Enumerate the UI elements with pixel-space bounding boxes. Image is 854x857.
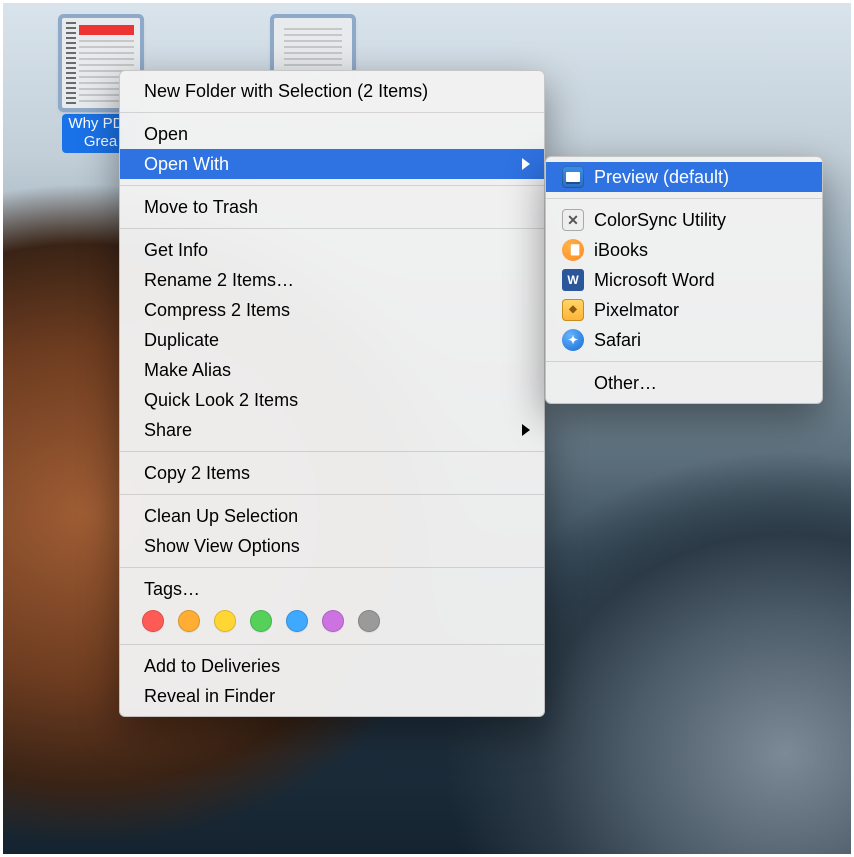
menu-item[interactable]: Open: [120, 119, 544, 149]
menu-separator: [120, 228, 544, 229]
menu-separator: [546, 361, 822, 362]
menu-item[interactable]: Clean Up Selection: [120, 501, 544, 531]
open-with-submenu: Preview (default) ColorSync Utility iBooks…: [545, 156, 823, 404]
menu-item-label: Open With: [144, 154, 229, 174]
submenu-item[interactable]: Preview (default): [546, 162, 822, 192]
chevron-right-icon: [522, 158, 530, 170]
submenu-item-label: Other…: [594, 371, 657, 395]
submenu-item-label: Microsoft Word: [594, 268, 715, 292]
menu-item-label: Tags…: [144, 579, 200, 599]
menu-item[interactable]: Compress 2 Items: [120, 295, 544, 325]
submenu-item-label: Safari: [594, 328, 641, 352]
submenu-item[interactable]: Safari: [546, 325, 822, 355]
submenu-item[interactable]: iBooks: [546, 235, 822, 265]
menu-separator: [120, 644, 544, 645]
menu-separator: [120, 112, 544, 113]
menu-item-label: Make Alias: [144, 360, 231, 380]
tag-color-dot[interactable]: [178, 610, 200, 632]
submenu-item-label: ColorSync Utility: [594, 208, 726, 232]
menu-item-label: Move to Trash: [144, 197, 258, 217]
menu-item[interactable]: Tags…: [120, 574, 544, 604]
menu-separator: [120, 567, 544, 568]
tag-color-dot[interactable]: [286, 610, 308, 632]
context-menu: New Folder with Selection (2 Items) Open O…: [119, 70, 545, 717]
menu-item-label: Copy 2 Items: [144, 463, 250, 483]
menu-item-label: Rename 2 Items…: [144, 270, 294, 290]
menu-item-label: Show View Options: [144, 536, 300, 556]
colorsync-icon: [562, 209, 584, 231]
menu-item[interactable]: New Folder with Selection (2 Items): [120, 76, 544, 106]
menu-item[interactable]: Make Alias: [120, 355, 544, 385]
menu-item-label: Quick Look 2 Items: [144, 390, 298, 410]
ibooks-icon: [562, 239, 584, 261]
menu-separator: [120, 185, 544, 186]
menu-item[interactable]: Get Info: [120, 235, 544, 265]
menu-item[interactable]: Reveal in Finder: [120, 681, 544, 711]
menu-item[interactable]: Move to Trash: [120, 192, 544, 222]
safari-icon: [562, 329, 584, 351]
menu-item[interactable]: Quick Look 2 Items: [120, 385, 544, 415]
submenu-item[interactable]: Pixelmator: [546, 295, 822, 325]
menu-item[interactable]: Add to Deliveries: [120, 651, 544, 681]
word-icon: [562, 269, 584, 291]
menu-item-label: Get Info: [144, 240, 208, 260]
submenu-item[interactable]: Microsoft Word: [546, 265, 822, 295]
menu-item[interactable]: Copy 2 Items: [120, 458, 544, 488]
chevron-right-icon: [522, 424, 530, 436]
tag-color-dot[interactable]: [358, 610, 380, 632]
tags-color-row: [120, 604, 544, 638]
submenu-item-label: Pixelmator: [594, 298, 679, 322]
submenu-item[interactable]: ColorSync Utility: [546, 205, 822, 235]
tag-color-dot[interactable]: [250, 610, 272, 632]
menu-item-label: Reveal in Finder: [144, 686, 275, 706]
menu-item[interactable]: Duplicate: [120, 325, 544, 355]
menu-item-label: Share: [144, 420, 192, 440]
pixelmator-icon: [562, 299, 584, 321]
menu-item-label: Duplicate: [144, 330, 219, 350]
tag-color-dot[interactable]: [322, 610, 344, 632]
menu-item-label: Open: [144, 124, 188, 144]
menu-item[interactable]: Open With: [120, 149, 544, 179]
menu-item[interactable]: Rename 2 Items…: [120, 265, 544, 295]
menu-item[interactable]: Share: [120, 415, 544, 445]
preview-icon: [562, 166, 584, 188]
menu-item-label: Add to Deliveries: [144, 656, 280, 676]
menu-separator: [546, 198, 822, 199]
menu-item-label: Clean Up Selection: [144, 506, 298, 526]
tag-color-dot[interactable]: [214, 610, 236, 632]
menu-separator: [120, 451, 544, 452]
submenu-item[interactable]: Other…: [546, 368, 822, 398]
submenu-item-label: Preview (default): [594, 165, 729, 189]
menu-item[interactable]: Show View Options: [120, 531, 544, 561]
tag-color-dot[interactable]: [142, 610, 164, 632]
submenu-item-label: iBooks: [594, 238, 648, 262]
menu-separator: [120, 494, 544, 495]
menu-item-label: Compress 2 Items: [144, 300, 290, 320]
menu-item-label: New Folder with Selection (2 Items): [144, 81, 428, 101]
